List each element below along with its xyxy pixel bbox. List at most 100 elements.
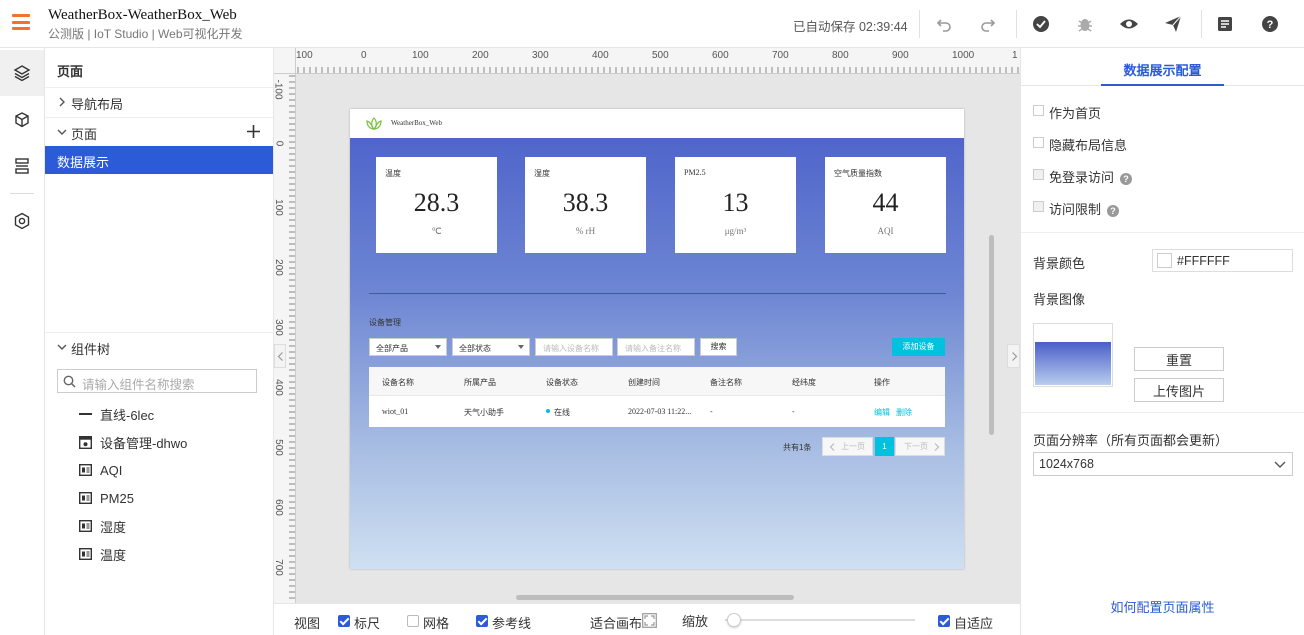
access-limit-label: 访问限制 (1049, 202, 1102, 217)
device-manager-icon (79, 435, 92, 449)
ruler-label: 200 (274, 259, 284, 276)
bug-icon[interactable] (1073, 12, 1097, 36)
add-device-button[interactable]: 添加设备 (892, 338, 945, 356)
add-page-icon[interactable] (247, 125, 260, 138)
aqi-card[interactable]: 空气质量指数 44 AQI (825, 157, 946, 253)
card-unit: μg/m³ (724, 226, 747, 236)
component-tree-header[interactable]: 组件树 (45, 333, 273, 361)
undo-icon[interactable] (932, 12, 956, 36)
product-filter-select[interactable]: 全部产品 (369, 338, 447, 356)
auto-fit-checkbox[interactable] (938, 615, 950, 627)
edit-link[interactable]: 编辑 (874, 407, 890, 418)
preview-header: WeatherBox_Web (350, 109, 964, 138)
status-filter-select[interactable]: 全部状态 (452, 338, 530, 356)
help-icon[interactable]: ? (1258, 12, 1282, 36)
page-item-active[interactable]: 数据展示 (45, 146, 273, 174)
card-label: 空气质量指数 (834, 169, 882, 178)
pagination-total: 共有1条 (783, 443, 812, 452)
document-icon[interactable] (1213, 12, 1237, 36)
temperature-card[interactable]: 温度 28.3 ℃ (376, 157, 497, 253)
ruler-label: 800 (832, 50, 849, 61)
collapse-right-handle[interactable] (1007, 344, 1020, 368)
table-header: 备注名称 (710, 378, 742, 387)
layers-icon[interactable] (0, 50, 44, 96)
ruler-label: 100 (274, 199, 284, 216)
hide-layout-checkbox[interactable] (1033, 137, 1044, 148)
no-login-label: 免登录访问 (1049, 170, 1115, 185)
fit-canvas-icon[interactable] (642, 613, 657, 628)
no-login-checkbox[interactable] (1033, 169, 1044, 180)
settings-hex-icon[interactable] (0, 198, 44, 244)
ruler-label: 900 (892, 50, 909, 61)
ruler-checkbox[interactable] (338, 615, 350, 627)
delete-link[interactable]: 删除 (896, 407, 912, 418)
active-tab-underline (1101, 84, 1224, 86)
color-swatch (1157, 253, 1172, 268)
question-icon[interactable]: ? (1107, 204, 1120, 217)
device-name-input[interactable]: 请输入设备名称 (535, 338, 613, 356)
zoom-slider-track[interactable] (725, 619, 915, 621)
canvas-area[interactable]: 100 0 100 200 300 400 500 600 700 800 90… (274, 48, 1020, 603)
access-limit-checkbox[interactable] (1033, 201, 1044, 212)
ruler-label: 700 (772, 50, 789, 61)
nav-layout-row[interactable]: 导航布局 (45, 88, 273, 116)
pm25-card[interactable]: PM2.5 13 μg/m³ (675, 157, 796, 253)
chevron-down-icon (57, 344, 67, 350)
tree-item-device-manager[interactable]: 设备管理-dhwo (79, 432, 187, 452)
collapse-left-handle[interactable] (274, 344, 286, 368)
bg-color-label: 背景颜色 (1033, 256, 1086, 271)
zoom-slider-handle[interactable] (727, 613, 741, 627)
check-icon[interactable] (1029, 12, 1053, 36)
tree-item-aqi[interactable]: AQI (79, 460, 122, 480)
humidity-card[interactable]: 湿度 38.3 % rH (525, 157, 646, 253)
help-link[interactable]: 如何配置页面属性 (1021, 597, 1304, 616)
cube-icon[interactable] (0, 97, 44, 143)
preview-eye-icon[interactable] (1117, 12, 1141, 36)
zoom-label: 缩放 (682, 614, 709, 629)
ruler-label: 400 (592, 50, 609, 61)
config-panel-title[interactable]: 数据展示配置 (1021, 60, 1304, 79)
card-value: 13 (722, 188, 749, 217)
tree-item-temperature[interactable]: 温度 (79, 544, 126, 564)
top-bar: WeatherBox-WeatherBox_Web 公测版 | IoT Stud… (0, 0, 1304, 48)
ruler-label: 100 (296, 50, 313, 61)
redo-icon[interactable] (976, 12, 1000, 36)
chevron-down-icon (1274, 461, 1286, 468)
device-section-title: 设备管理 (369, 318, 401, 327)
tree-item-humidity[interactable]: 湿度 (79, 516, 126, 536)
resolution-select[interactable]: 1024x768 (1033, 452, 1293, 476)
guides-checkbox[interactable] (476, 615, 488, 627)
ruler-label: 500 (652, 50, 669, 61)
remark-input[interactable]: 请输入备注名称 (617, 338, 695, 356)
reset-button[interactable]: 重置 (1134, 347, 1224, 371)
page-number-button[interactable]: 1 (875, 437, 894, 456)
search-button[interactable]: 搜索 (700, 338, 737, 356)
toolbar-divider (1201, 10, 1202, 38)
divider-line[interactable] (369, 293, 946, 294)
upload-image-button[interactable]: 上传图片 (1134, 378, 1224, 402)
component-list-icon[interactable] (0, 143, 44, 189)
hide-layout-label: 隐藏布局信息 (1049, 138, 1128, 153)
bg-color-picker[interactable]: #FFFFFF (1152, 249, 1293, 272)
component-search-input[interactable]: 请输入组件名称搜索 (57, 369, 257, 393)
question-icon[interactable]: ? (1120, 172, 1133, 185)
tree-item-pm25[interactable]: PM25 (79, 488, 134, 508)
next-page-button[interactable]: 下一页 (895, 437, 945, 456)
prev-page-button[interactable]: 上一页 (822, 437, 873, 456)
bg-image-preview[interactable] (1033, 323, 1113, 387)
tree-item-line[interactable]: 直线-6lec (79, 404, 154, 424)
page-preview[interactable]: WeatherBox_Web 温度 28.3 ℃ 湿度 38.3 % rH PM… (350, 109, 964, 569)
next-page-label: 下一页 (904, 442, 928, 451)
pages-section-row[interactable]: 页面 (45, 118, 273, 146)
section-divider (1021, 232, 1304, 233)
home-page-checkbox[interactable] (1033, 105, 1044, 116)
chevron-down-icon (57, 129, 67, 135)
ruler-label: 1000 (952, 50, 975, 61)
vertical-scrollbar[interactable] (989, 235, 994, 435)
grid-checkbox[interactable] (407, 615, 419, 627)
page-config-panel: 数据展示配置 作为首页 隐藏布局信息 免登录访问? 访问限制? 背景颜色 #FF… (1020, 48, 1304, 635)
hamburger-menu-icon[interactable] (12, 14, 30, 30)
table-header: 所属产品 (464, 378, 496, 387)
publish-send-icon[interactable] (1161, 12, 1185, 36)
horizontal-scrollbar[interactable] (516, 595, 794, 600)
